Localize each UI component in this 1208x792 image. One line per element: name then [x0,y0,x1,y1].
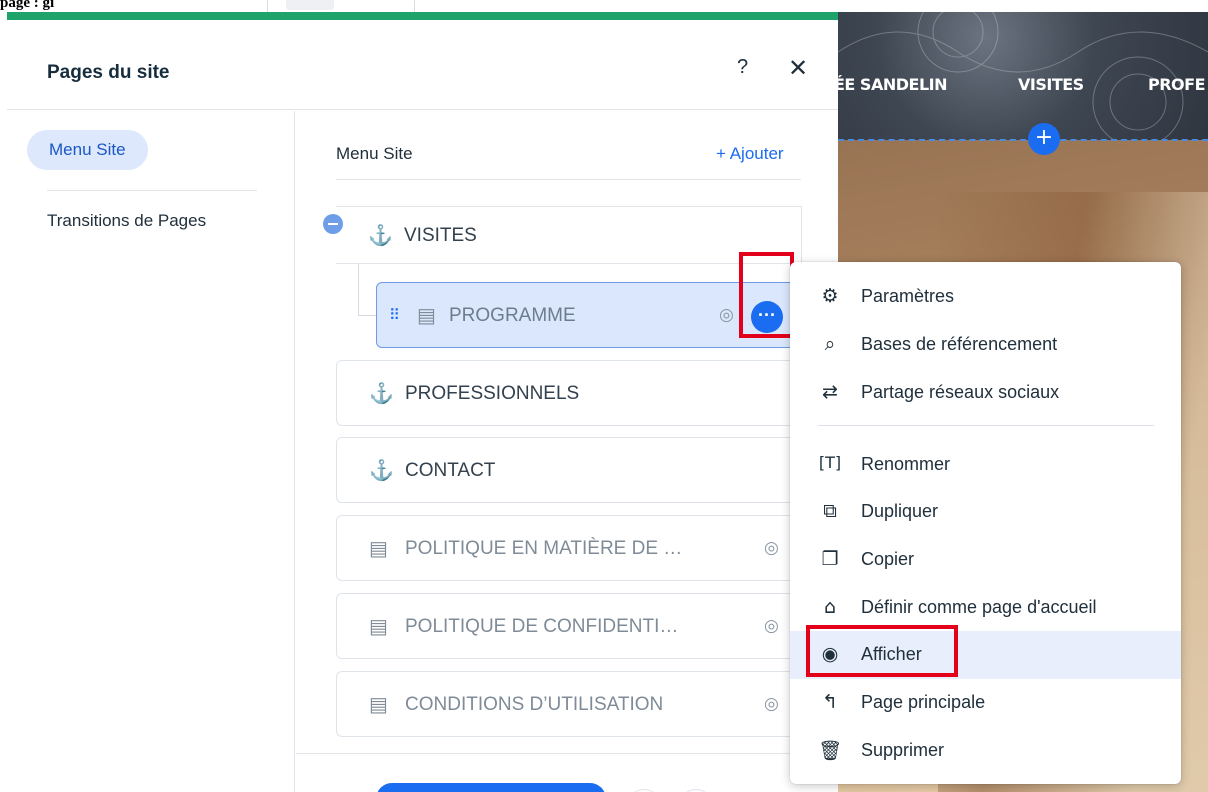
drag-handle-icon[interactable]: ⠿ [389,306,400,324]
main-page-icon: ↰ [822,691,838,713]
menu-item-page-principale[interactable]: ↰ Page principale [790,679,1181,727]
help-icon[interactable]: ? [737,56,748,79]
menu-item-label: Définir comme page d'accueil [861,597,1097,617]
gear-icon: ⚙ [821,285,839,307]
divider [414,0,415,12]
page-label: CONTACT [405,460,496,481]
menu-item-parametres[interactable]: ⚙ Paramètres [790,273,1181,321]
section-divider [838,139,1208,141]
menu-item-seo[interactable]: ⌕ Bases de référencement [790,321,1181,369]
collapse-icon[interactable] [323,214,343,234]
add-section-button[interactable]: + [1028,123,1060,155]
site-nav-item[interactable]: VISITES [1018,75,1084,94]
top-tab[interactable] [286,0,334,10]
page-icon: ▤ [369,538,388,560]
page-label: CONDITIONS D’UTILISATION [405,694,664,715]
menu-item-label: Bases de référencement [861,334,1058,354]
page-label: POLITIQUE DE CONFIDENTI… [405,616,679,637]
page-label: PROFESSIONNELS [405,383,580,404]
seo-icon: ⌕ [824,333,836,355]
pages-panel: Pages du site ? ✕ Menu Site Transitions … [7,12,838,792]
site-nav-item[interactable]: PROFE [1148,75,1206,94]
divider [336,179,801,180]
menu-item-label: Page principale [861,692,986,712]
divider [267,0,268,12]
share-icon: ⇄ [822,381,838,403]
menu-item-label: Supprimer [861,740,945,760]
add-page-link[interactable]: + Ajouter [716,144,784,164]
hidden-eye-icon: ◎ [764,538,779,557]
menu-title: Menu Site [336,144,413,163]
page-row-conditions[interactable]: ▤ CONDITIONS D’UTILISATION ◎ [336,671,802,737]
panel-header: Pages du site ? ✕ [7,20,838,110]
tree-line [358,315,376,316]
page-breadcrumb[interactable]: page : gi [0,0,54,12]
site-nav-item[interactable]: ÉE SANDELIN [838,75,947,94]
page-icon: ▤ [369,694,388,716]
page-context-menu: ⚙ Paramètres ⌕ Bases de référencement ⇄ … [790,262,1181,784]
manage-pages-button[interactable] [376,783,606,792]
page-label: VISITES [404,225,477,246]
page-label: POLITIQUE EN MATIÈRE DE … [405,538,683,559]
duplicate-icon: ⧉ [823,500,837,522]
pages-content: Menu Site + Ajouter ⚓ VISITES ⠿ ▤ PROGRA… [296,111,838,792]
menu-item-dupliquer[interactable]: ⧉ Dupliquer [790,488,1181,536]
panel-sidebar: Menu Site Transitions de Pages [7,111,295,792]
highlight-box [806,625,958,677]
page-icon: ▤ [417,305,436,327]
anchor-icon: ⚓ [369,383,394,405]
sidebar-item-transitions[interactable]: Transitions de Pages [47,211,206,231]
close-icon[interactable]: ✕ [788,54,808,83]
menu-item-label: Renommer [861,454,951,474]
page-icon: ▤ [369,616,388,638]
home-icon: ⌂ [823,596,837,618]
menu-item-share[interactable]: ⇄ Partage réseaux sociaux [790,369,1181,417]
tree-line [358,264,359,316]
menu-item-supprimer[interactable]: 🗑 Supprimer [790,727,1181,775]
hidden-eye-icon: ◎ [719,305,734,324]
page-row-contact[interactable]: ⚓ CONTACT [336,437,802,503]
anchor-icon: ⚓ [369,460,394,482]
copy-icon: ❐ [821,548,839,570]
hidden-eye-icon: ◎ [764,616,779,635]
divider [296,753,838,754]
editor-top-strip: page : gi [0,0,1208,12]
panel-title: Pages du site [47,62,170,83]
menu-item-label: Paramètres [861,286,955,306]
page-row-professionnels[interactable]: ⚓ PROFESSIONNELS [336,360,802,426]
page-row-politique-confidentialite[interactable]: ▤ POLITIQUE DE CONFIDENTI… ◎ [336,593,802,659]
highlight-box [739,252,794,338]
anchor-icon: ⚓ [368,225,393,247]
hidden-eye-icon: ◎ [764,694,779,713]
menu-item-renommer[interactable]: [T] Renommer [790,441,1181,489]
menu-item-label: Partage réseaux sociaux [861,382,1060,402]
menu-item-label: Dupliquer [861,501,939,521]
page-label: PROGRAMME [449,305,576,326]
page-row-visites[interactable]: ⚓ VISITES [336,206,802,264]
trash-icon: 🗑 [818,740,843,762]
menu-item-copier[interactable]: ❐ Copier [790,536,1181,584]
page-row-politique-matiere[interactable]: ▤ POLITIQUE EN MATIÈRE DE … ◎ [336,515,802,581]
divider [818,425,1154,426]
menu-item-label: Copier [861,549,915,569]
divider [47,190,257,191]
sidebar-item-menu-site[interactable]: Menu Site [27,130,148,170]
rename-icon: [T] [818,453,842,472]
